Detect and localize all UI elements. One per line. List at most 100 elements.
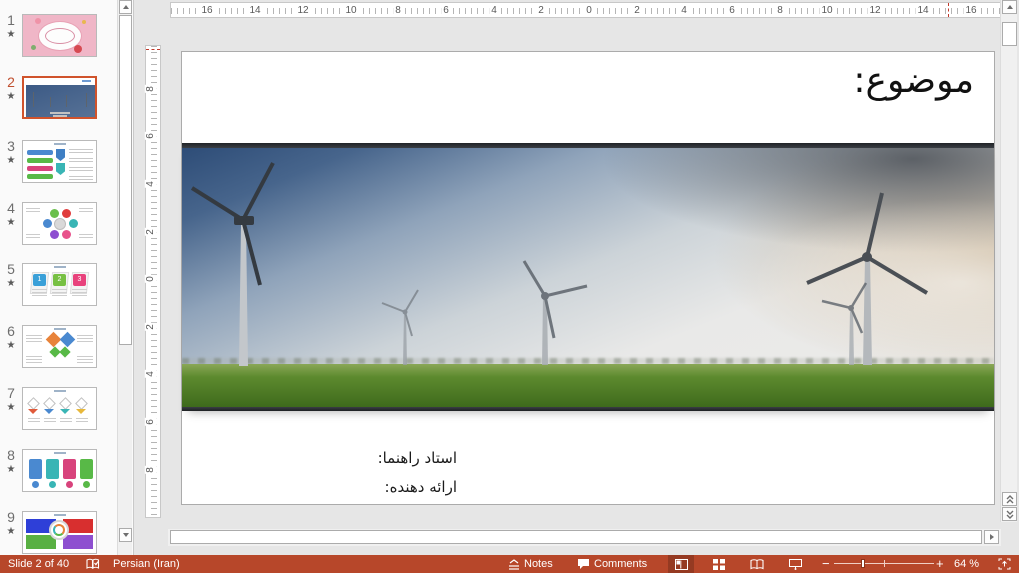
slide-5-preview[interactable]: 1 2 3 bbox=[22, 263, 97, 306]
slide-8-preview[interactable] bbox=[22, 449, 97, 492]
animation-star-icon: ★ bbox=[4, 217, 18, 228]
image-top-border bbox=[182, 143, 994, 148]
wind-turbine-graphics bbox=[182, 143, 994, 411]
scroll-up-button[interactable] bbox=[1002, 0, 1017, 14]
scroll-right-button[interactable] bbox=[984, 530, 999, 544]
zoom-slider-detent bbox=[884, 560, 885, 567]
language-indicator[interactable]: Persian (Iran) bbox=[113, 555, 180, 573]
ruler-label: 14 bbox=[915, 4, 930, 17]
spell-check-icon[interactable] bbox=[86, 555, 100, 573]
animation-star-icon: ★ bbox=[4, 91, 18, 102]
animation-star-icon: ★ bbox=[4, 278, 18, 289]
powerpoint-window: 1 ★ 2 ★ bbox=[0, 0, 1019, 573]
zoom-percentage[interactable]: 64 % bbox=[954, 555, 979, 573]
thumbnail-scrollbar-thumb[interactable] bbox=[119, 15, 132, 345]
fit-slide-to-window-button[interactable] bbox=[992, 555, 1016, 573]
horizontal-ruler: 16 14 12 10 8 6 4 2 0 2 4 6 8 10 12 14 1… bbox=[170, 2, 1001, 18]
ruler-label: 14 bbox=[247, 4, 262, 17]
fit-to-window-icon bbox=[998, 558, 1011, 570]
slide-4-preview[interactable] bbox=[22, 202, 97, 245]
reading-view-icon bbox=[750, 559, 764, 570]
ruler-label: 8 bbox=[145, 85, 157, 93]
ruler-label: 10 bbox=[819, 4, 834, 17]
ruler-label: 8 bbox=[775, 4, 785, 17]
slide-number: 1 bbox=[4, 12, 18, 28]
animation-star-icon: ★ bbox=[4, 340, 18, 351]
ruler-label: 2 bbox=[536, 4, 546, 17]
next-slide-button[interactable] bbox=[1002, 507, 1017, 521]
ruler-label: 16 bbox=[199, 4, 214, 17]
zoom-out-button[interactable]: − bbox=[822, 555, 830, 573]
animation-star-icon: ★ bbox=[4, 526, 18, 537]
thumbnail-scroll-down-button[interactable] bbox=[119, 528, 132, 542]
advisor-text[interactable]: استاد راهنما: bbox=[378, 449, 457, 467]
thumbnail-panel-scrollbar[interactable] bbox=[117, 0, 132, 555]
comments-button[interactable]: Comments bbox=[577, 555, 647, 573]
horizontal-scrollbar-thumb[interactable] bbox=[170, 530, 982, 544]
ruler-label: 2 bbox=[145, 228, 157, 236]
ruler-label: 0 bbox=[584, 4, 594, 17]
slide-1-preview[interactable] bbox=[22, 14, 97, 57]
ruler-label: 0 bbox=[145, 275, 157, 283]
slide-9-preview[interactable] bbox=[22, 511, 97, 554]
slide-sorter-view-button[interactable] bbox=[706, 555, 732, 573]
slide-2-preview[interactable] bbox=[22, 76, 97, 119]
animation-star-icon: ★ bbox=[4, 155, 18, 166]
slide-number: 6 bbox=[4, 323, 18, 339]
ruler-label: 8 bbox=[145, 466, 157, 474]
slide-number: 8 bbox=[4, 447, 18, 463]
slide-title-text[interactable]: موضوع: bbox=[853, 60, 974, 101]
wind-turbines-image[interactable] bbox=[182, 143, 994, 411]
slide-number: 3 bbox=[4, 138, 18, 154]
ruler-label: 8 bbox=[393, 4, 403, 17]
presenter-text[interactable]: ارائه دهنده: bbox=[385, 478, 457, 496]
vertical-scrollbar-thumb[interactable] bbox=[1002, 22, 1017, 46]
ruler-label: 2 bbox=[632, 4, 642, 17]
status-bar: Slide 2 of 40 Persian (Iran) Notes Comme… bbox=[0, 555, 1019, 573]
ruler-indent-marker bbox=[146, 49, 160, 50]
reading-view-button[interactable] bbox=[744, 555, 770, 573]
animation-star-icon: ★ bbox=[4, 402, 18, 413]
slide-number: 4 bbox=[4, 200, 18, 216]
slide-thumbnail-panel: 1 ★ 2 ★ bbox=[0, 0, 134, 555]
slide-number: 2 bbox=[4, 74, 18, 90]
vertical-scrollbar[interactable] bbox=[1000, 0, 1017, 522]
notes-button[interactable]: Notes bbox=[508, 555, 553, 573]
ruler-label: 6 bbox=[727, 4, 737, 17]
ruler-label: 2 bbox=[145, 323, 157, 331]
ruler-label: 6 bbox=[145, 418, 157, 426]
ruler-label: 4 bbox=[145, 370, 157, 378]
ruler-label: 12 bbox=[867, 4, 882, 17]
image-bottom-border bbox=[182, 407, 994, 411]
slide-sorter-icon bbox=[713, 559, 725, 570]
animation-star-icon: ★ bbox=[4, 464, 18, 475]
horizontal-scrollbar[interactable] bbox=[168, 529, 1001, 546]
ruler-label: 6 bbox=[441, 4, 451, 17]
ruler-label: 4 bbox=[489, 4, 499, 17]
thumbnail-scroll-up-button[interactable] bbox=[119, 0, 132, 14]
slide-6-preview[interactable] bbox=[22, 325, 97, 368]
ruler-label: 12 bbox=[295, 4, 310, 17]
normal-view-icon bbox=[675, 559, 688, 570]
zoom-slider-thumb[interactable] bbox=[861, 559, 865, 568]
ruler-label: 16 bbox=[963, 4, 978, 17]
animation-star-icon: ★ bbox=[4, 29, 18, 40]
slide-indicator[interactable]: Slide 2 of 40 bbox=[8, 555, 69, 573]
notes-icon bbox=[508, 559, 520, 570]
ruler-label: 10 bbox=[343, 4, 358, 17]
slide-show-icon bbox=[789, 559, 802, 570]
normal-view-button[interactable] bbox=[668, 555, 694, 573]
slide-show-button[interactable] bbox=[782, 555, 808, 573]
slide-7-preview[interactable] bbox=[22, 387, 97, 430]
ruler-label: 4 bbox=[145, 180, 157, 188]
slide-number: 7 bbox=[4, 385, 18, 401]
ruler-indent-marker bbox=[948, 3, 949, 17]
previous-slide-button[interactable] bbox=[1002, 492, 1017, 506]
zoom-in-button[interactable]: + bbox=[936, 555, 944, 573]
ruler-label: 4 bbox=[679, 4, 689, 17]
ruler-label: 6 bbox=[145, 132, 157, 140]
slide-3-preview[interactable] bbox=[22, 140, 97, 183]
slide-canvas[interactable]: موضوع: bbox=[181, 51, 995, 505]
slide-number: 5 bbox=[4, 261, 18, 277]
slide-number: 9 bbox=[4, 509, 18, 525]
